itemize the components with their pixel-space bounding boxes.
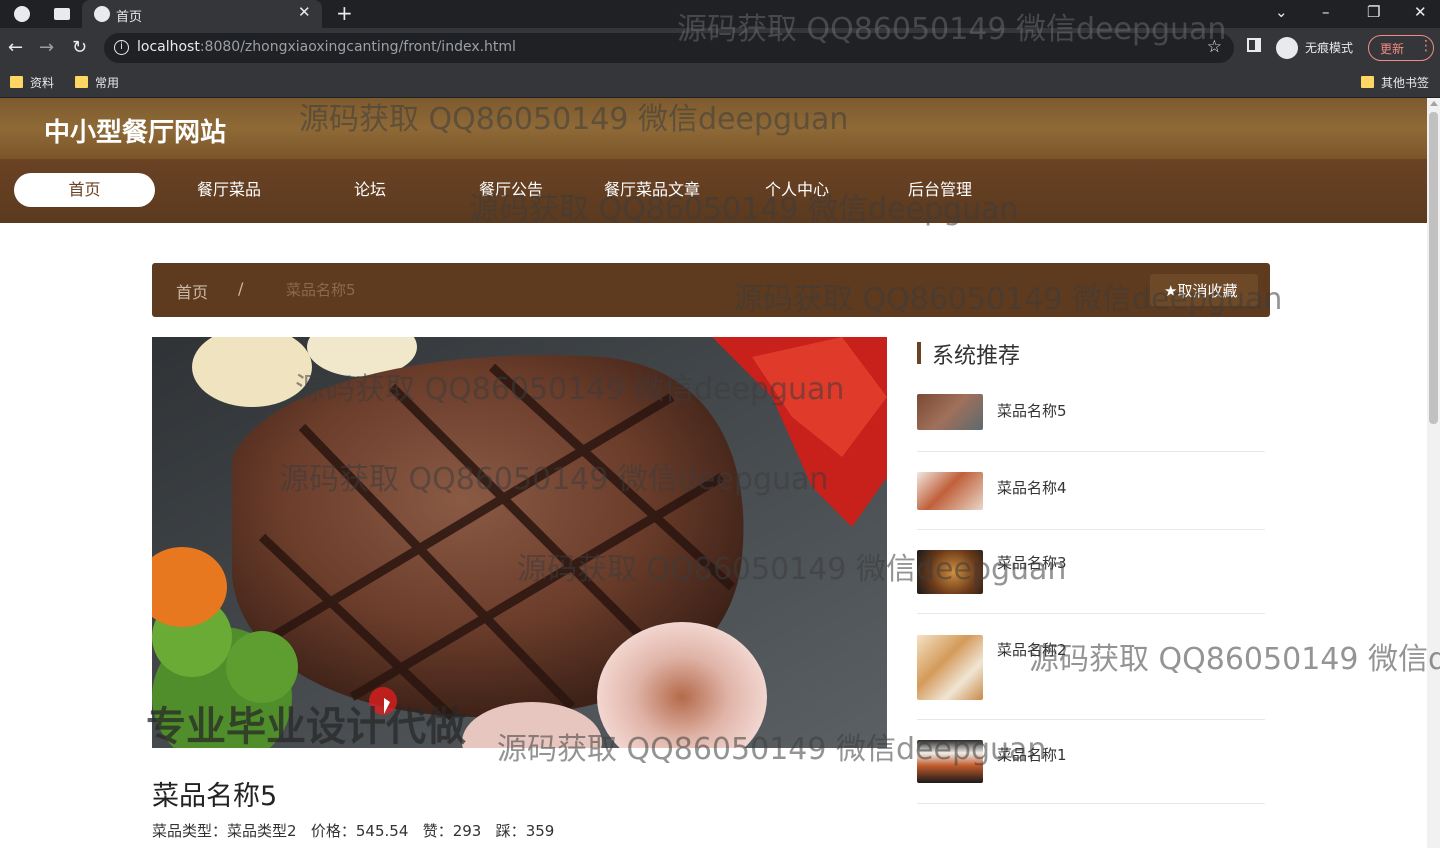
site-title: 中小型餐厅网站 — [44, 118, 227, 148]
nav-item-articles[interactable]: 餐厅菜品文章 — [596, 173, 708, 207]
nav-item-dishes[interactable]: 餐厅菜品 — [180, 173, 278, 207]
dish-price-value: 545.54 — [355, 822, 409, 840]
recommend-thumb — [917, 740, 983, 783]
browser-tab-bar: 首页 ✕ + ⌄ – ❐ ✕ — [0, 0, 1440, 28]
recommend-accent-bar — [917, 342, 921, 364]
site-info-icon[interactable]: i — [114, 40, 129, 55]
dish-title: 菜品名称5 — [152, 781, 278, 812]
breadcrumb-home[interactable]: 首页 — [176, 279, 208, 303]
page-scrollbar[interactable] — [1427, 98, 1440, 848]
forward-icon[interactable]: → — [39, 37, 54, 58]
recommend-name: 菜品名称3 — [997, 554, 1067, 572]
nav-item-forum[interactable]: 论坛 — [330, 173, 410, 207]
bookmark-label: 其他书签 — [1381, 76, 1430, 90]
folder-icon — [75, 76, 88, 88]
new-tab-icon[interactable]: + — [336, 1, 353, 25]
back-icon[interactable]: ← — [8, 37, 23, 58]
minimize-icon[interactable]: – — [1322, 3, 1330, 21]
site-header: 中小型餐厅网站 — [0, 98, 1427, 159]
breadcrumb-current: 菜品名称5 — [286, 281, 356, 299]
recommend-thumb — [917, 394, 983, 430]
recommend-name: 菜品名称5 — [997, 402, 1067, 420]
recommend-item[interactable]: 菜品名称1 — [917, 720, 1265, 804]
address-bar[interactable]: i localhost:8080/zhongxiaoxingcanting/fr… — [104, 33, 1234, 63]
recommend-name: 菜品名称4 — [997, 479, 1067, 497]
dish-dislike-value: 359 — [525, 822, 555, 840]
url-text: localhost:8080/zhongxiaoxingcanting/fron… — [137, 39, 516, 55]
recommend-title: 系统推荐 — [932, 344, 1021, 369]
tab-close-icon[interactable]: ✕ — [298, 3, 311, 21]
update-label: 更新 — [1380, 42, 1405, 56]
tab-list-chevron-icon[interactable]: ⌄ — [1275, 3, 1288, 21]
recommend-item[interactable]: 菜品名称5 — [917, 388, 1265, 452]
dish-like-value: 293 — [452, 822, 482, 840]
breadcrumb: 首页 / 菜品名称5 ★取消收藏 — [152, 263, 1270, 317]
unfavorite-label: ★取消收藏 — [1164, 282, 1238, 300]
recommend-thumb — [917, 550, 983, 594]
tab-search-icon[interactable] — [54, 8, 70, 20]
recommend-thumb — [917, 472, 983, 510]
unfavorite-button[interactable]: ★取消收藏 — [1150, 274, 1258, 306]
browser-toolbar: ← → ↻ i localhost:8080/zhongxiaoxingcant… — [0, 28, 1440, 68]
folder-icon — [1361, 76, 1374, 88]
bookmark-star-icon[interactable]: ☆ — [1207, 37, 1222, 57]
globe-icon — [94, 6, 110, 22]
steak-illustration — [152, 337, 887, 748]
dish-image — [152, 337, 887, 748]
star-icon: ★ — [1164, 282, 1178, 300]
bookmarks-bar: 资料 常用 其他书签 — [0, 68, 1440, 98]
restore-icon[interactable]: ❐ — [1367, 3, 1380, 21]
reload-icon[interactable]: ↻ — [72, 37, 87, 58]
nav-item-home[interactable]: 首页 — [14, 173, 155, 207]
recommend-thumb — [917, 635, 983, 700]
bookmark-label: 资料 — [30, 76, 55, 90]
mouse-cursor-icon — [384, 698, 390, 714]
scroll-up-arrow-icon[interactable] — [1430, 101, 1438, 106]
breadcrumb-separator: / — [238, 279, 244, 298]
incognito-label: 无痕模式 — [1305, 41, 1354, 55]
scroll-thumb[interactable] — [1429, 112, 1438, 424]
main-nav: 首页 餐厅菜品 论坛 餐厅公告 餐厅菜品文章 个人中心 后台管理 — [0, 159, 1427, 223]
tab-title: 首页 — [116, 10, 143, 25]
nav-item-notice[interactable]: 餐厅公告 — [466, 173, 556, 207]
folder-icon — [10, 76, 23, 88]
browser-profile-icon[interactable] — [14, 6, 30, 22]
browser-tab-active[interactable]: 首页 ✕ — [82, 0, 322, 28]
close-window-icon[interactable]: ✕ — [1414, 3, 1427, 21]
recommend-name: 菜品名称1 — [997, 746, 1067, 764]
kebab-menu-icon: ⋮ — [1419, 38, 1433, 54]
recommend-item[interactable]: 菜品名称4 — [917, 452, 1265, 530]
incognito-icon — [1276, 37, 1298, 59]
dish-type-value: 菜品类型2 — [227, 822, 297, 840]
nav-item-admin[interactable]: 后台管理 — [895, 173, 985, 207]
cursor-highlight — [369, 687, 397, 715]
update-button[interactable]: 更新 ⋮ — [1368, 35, 1434, 61]
recommend-name: 菜品名称2 — [997, 641, 1067, 659]
recommend-header: 系统推荐 — [917, 338, 1265, 369]
side-panel-icon[interactable] — [1247, 38, 1261, 52]
recommend-item[interactable]: 菜品名称2 — [917, 614, 1265, 720]
bookmark-label: 常用 — [95, 76, 120, 90]
dish-meta: 菜品类型：菜品类型2 价格：545.54 赞：293 踩：359 — [152, 822, 555, 840]
nav-item-profile[interactable]: 个人中心 — [752, 173, 842, 207]
recommend-item[interactable]: 菜品名称3 — [917, 530, 1265, 614]
web-page: 中小型餐厅网站 首页 餐厅菜品 论坛 餐厅公告 餐厅菜品文章 个人中心 后台管理… — [0, 98, 1440, 848]
